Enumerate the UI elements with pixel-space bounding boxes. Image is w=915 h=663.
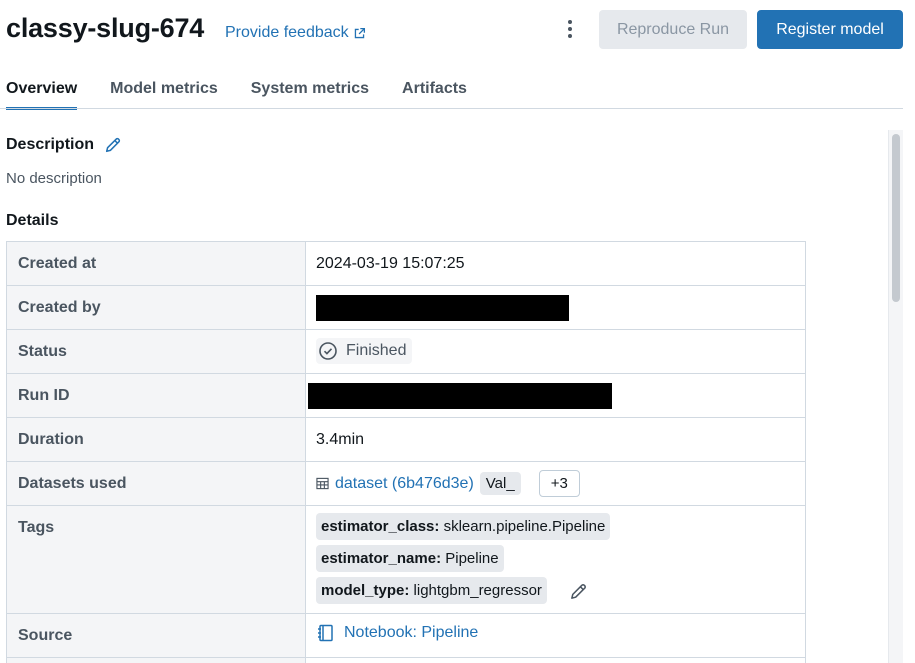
register-model-button[interactable]: Register model: [757, 10, 903, 49]
scrollbar-thumb[interactable]: [892, 134, 900, 302]
table-row: Datasets used dataset (6b476d3e) Val_ +3: [6, 461, 806, 506]
dataset-name: dataset (6b476d3e): [335, 474, 474, 492]
redacted-run-id: [308, 382, 612, 409]
tab-system-metrics[interactable]: System metrics: [251, 80, 369, 110]
run-id-label: Run ID: [6, 373, 306, 418]
run-page: classy-slug-674 Provide feedback Reprodu…: [0, 0, 915, 663]
notebook-icon: [318, 624, 333, 642]
table-row: Created at 2024-03-19 15:07:25: [6, 241, 806, 286]
dataset-link[interactable]: dataset (6b476d3e): [316, 475, 474, 493]
table-row: Created by: [6, 285, 806, 330]
kebab-menu-icon[interactable]: [560, 16, 580, 42]
tab-overview[interactable]: Overview: [6, 80, 78, 110]
tag-row: estimator_class: sklearn.pipeline.Pipeli…: [316, 513, 805, 545]
redacted-created-by: [316, 294, 569, 321]
created-by-label: Created by: [6, 285, 306, 330]
source-label: Source: [6, 613, 306, 658]
datasets-label: Datasets used: [6, 461, 306, 506]
tag-chip: estimator_class: sklearn.pipeline.Pipeli…: [316, 513, 611, 540]
tag-value: sklearn.pipeline.Pipeline: [439, 518, 606, 535]
created-at-value: 2024-03-19 15:07:25: [305, 241, 806, 286]
created-at-label: Created at: [6, 241, 306, 286]
page-title: classy-slug-674: [6, 13, 205, 43]
tag-row: estimator_name: Pipeline: [316, 545, 805, 577]
tag-value: Pipeline: [441, 550, 499, 567]
duration-value: 3.4min: [305, 417, 806, 462]
tag-key: model_type: [321, 582, 405, 599]
vertical-scrollbar[interactable]: [888, 130, 903, 663]
provide-feedback-link[interactable]: Provide feedback: [225, 24, 366, 42]
pencil-icon[interactable]: [569, 582, 588, 601]
status-text: Finished: [346, 341, 407, 359]
description-heading: Description: [6, 136, 122, 154]
tab-model-metrics[interactable]: Model metrics: [110, 80, 218, 110]
table-row: Source Notebook: Pipeline: [6, 613, 806, 658]
provide-feedback-label: Provide feedback: [225, 24, 349, 41]
duration-label: Duration: [6, 417, 306, 462]
tag-chip: model_type: lightgbm_regressor: [316, 577, 547, 604]
tags-label: Tags: [6, 505, 306, 614]
table-row: [6, 657, 806, 663]
datasets-list: dataset (6b476d3e) Val_ +3: [316, 470, 580, 497]
source-value: Notebook: Pipeline: [344, 624, 479, 641]
tag-key: estimator_name: [321, 550, 437, 567]
source-notebook-link[interactable]: Notebook: Pipeline: [316, 624, 478, 642]
status-badge: Finished: [316, 337, 413, 364]
reproduce-run-button: Reproduce Run: [599, 10, 747, 49]
table-row: Run ID: [6, 373, 806, 418]
tag-row: model_type: lightgbm_regressor: [316, 577, 805, 609]
tag-key: estimator_class: [321, 518, 435, 535]
tag-chip: estimator_name: Pipeline: [316, 545, 504, 572]
check-circle-icon: [319, 341, 337, 360]
tag-value: lightgbm_regressor: [409, 582, 542, 599]
details-title: Details: [6, 212, 59, 229]
table-row: Status Finished: [6, 329, 806, 374]
tab-divider: [0, 108, 903, 109]
tab-bar: Overview Model metrics System metrics Ar…: [6, 80, 500, 110]
description-value: No description: [6, 170, 102, 187]
dataset-context-tag: Val_: [479, 472, 521, 495]
external-link-icon: [354, 27, 365, 38]
pencil-icon[interactable]: [104, 136, 122, 154]
tab-artifacts[interactable]: Artifacts: [402, 80, 467, 110]
table-row: Duration 3.4min: [6, 417, 806, 462]
datasets-more-button[interactable]: +3: [538, 470, 580, 497]
description-title: Description: [6, 136, 95, 153]
details-table: Created at 2024-03-19 15:07:25 Created b…: [6, 241, 806, 663]
status-label: Status: [6, 329, 306, 374]
table-icon: [316, 477, 329, 490]
table-row: Tags estimator_class: sklearn.pipeline.P…: [6, 505, 806, 614]
